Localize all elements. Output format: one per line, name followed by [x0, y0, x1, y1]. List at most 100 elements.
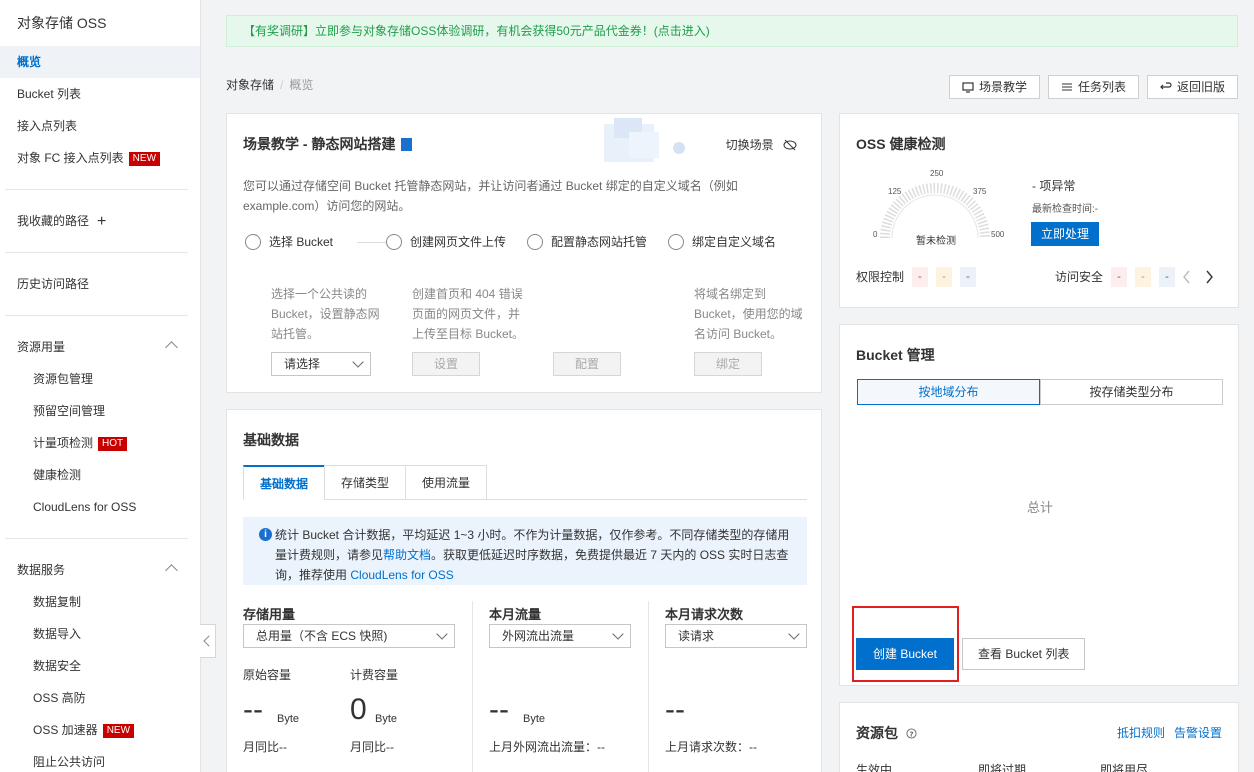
by-region-tab[interactable]: 按地域分布	[857, 379, 1040, 405]
plus-icon[interactable]: +	[97, 213, 106, 230]
raw-capacity-mom: 月同比--	[243, 740, 287, 754]
breadcrumb-separator: /	[280, 78, 284, 92]
tab-traffic[interactable]: 使用流量	[405, 465, 488, 500]
gauge-label: 375	[973, 187, 987, 196]
highlight-box	[852, 606, 959, 682]
depleting-label: 即将用尽	[1100, 763, 1149, 772]
chevron-up-icon	[165, 341, 178, 354]
tutorial-button[interactable]: 场景教学	[948, 75, 1040, 99]
sidebar-item-overview[interactable]: 概览	[0, 46, 200, 78]
sidebar-item-metering-check[interactable]: 计量项检测 HOT	[0, 427, 200, 459]
sidebar-item-anti-ddos[interactable]: OSS 高防	[0, 682, 200, 714]
scene-title-text: 场景教学 - 静态网站搭建	[243, 136, 396, 152]
bind-button[interactable]: 绑定	[694, 352, 762, 376]
view-bucket-list-button[interactable]: 查看 Bucket 列表	[962, 638, 1086, 670]
sidebar-item-cloudlens[interactable]: CloudLens for OSS	[0, 491, 200, 523]
step-label: 选择 Bucket	[269, 235, 334, 249]
cloudlens-link[interactable]: CloudLens for OSS	[350, 568, 453, 582]
breadcrumb-root[interactable]: 对象存储	[226, 78, 274, 92]
billing-capacity-value: 0	[350, 693, 367, 726]
sidebar-item-access-points[interactable]: 接入点列表	[0, 110, 200, 142]
access-security-label: 访问安全	[1055, 270, 1104, 284]
by-storage-type-tab[interactable]: 按存储类型分布	[1040, 379, 1223, 405]
help-icon[interactable]: ?	[906, 728, 917, 739]
chevron-up-icon	[165, 564, 178, 577]
traffic-type-select[interactable]: 外网流出流量	[489, 624, 631, 648]
sidebar-item-accelerator[interactable]: OSS 加速器 NEW	[0, 714, 200, 746]
basic-data-title: 基础数据	[243, 432, 299, 448]
switch-scene-button[interactable]: 切换场景	[726, 136, 797, 153]
divider	[5, 538, 188, 539]
sidebar-item-history[interactable]: 历史访问路径	[0, 268, 200, 300]
basic-data-card: 基础数据 基础数据 存储类型 使用流量 i 统计 Bucket 合计数据，平均延…	[226, 409, 822, 772]
chevron-left-icon[interactable]	[1182, 270, 1192, 284]
alert-settings-link[interactable]: 告警设置	[1174, 724, 1222, 741]
sidebar-item-favorites[interactable]: 我收藏的路径 +	[0, 205, 200, 237]
sidebar-item-reserved-space[interactable]: 预留空间管理	[0, 395, 200, 427]
health-check-card: OSS 健康检测 0 125 250 375 500 暂未检测 - 项异常 最新…	[839, 113, 1239, 308]
task-list-button-label: 任务列表	[1077, 80, 1126, 94]
divider	[5, 189, 188, 190]
request-type-select[interactable]: 读请求	[665, 624, 807, 648]
sidebar-item-label: 对象 FC 接入点列表	[17, 151, 124, 165]
tab-basic-data[interactable]: 基础数据	[243, 465, 326, 500]
monthly-traffic-label: 本月流量	[489, 607, 542, 622]
active-label: 生效中	[856, 763, 893, 772]
help-doc-link[interactable]: 帮助文档	[383, 548, 431, 562]
sidebar: 对象存储 OSS 概览 Bucket 列表 接入点列表 对象 FC 接入点列表 N…	[0, 0, 201, 772]
sidebar-item-block-public[interactable]: 阻止公共访问	[0, 746, 200, 772]
access-chip-low: -	[1159, 267, 1175, 287]
step-desc: 创建首页和 404 错误页面的网页文件，并上传至目标 Bucket。	[412, 287, 525, 341]
website-illustration	[604, 118, 685, 162]
old-version-button[interactable]: 返回旧版	[1146, 75, 1238, 99]
permission-control-label: 权限控制	[856, 270, 905, 284]
switch-icon	[783, 139, 797, 151]
new-badge: NEW	[128, 151, 161, 166]
sidebar-collapse-handle[interactable]	[200, 624, 216, 658]
info-notice: i 统计 Bucket 合计数据，平均延迟 1~3 小时。不作为计量数据，仅作参…	[243, 517, 807, 585]
permission-chip-low: -	[960, 267, 976, 287]
requests-value: --	[665, 693, 685, 726]
new-badge: NEW	[102, 723, 135, 738]
hot-badge: HOT	[98, 436, 128, 451]
gauge-center-text: 暂未检测	[916, 236, 956, 247]
sidebar-item-label: 我收藏的路径	[17, 214, 90, 228]
configure-button[interactable]: 配置	[553, 352, 621, 376]
abnormal-count: - 项异常	[1032, 179, 1076, 193]
sidebar-item-security[interactable]: 数据安全	[0, 650, 200, 682]
resource-pack-card: 资源包 ? 抵扣规则 告警设置 生效中 即将过期 即将用尽	[839, 702, 1239, 772]
sidebar-item-import[interactable]: 数据导入	[0, 618, 200, 650]
sidebar-group-data[interactable]: 数据服务	[0, 554, 200, 586]
sidebar-item-fc-access-points[interactable]: 对象 FC 接入点列表 NEW	[0, 142, 200, 174]
gauge-label: 500	[991, 230, 1005, 239]
sidebar-group-resource[interactable]: 资源用量	[0, 331, 200, 363]
storage-usage-label: 存储用量	[243, 607, 296, 622]
return-icon	[1160, 82, 1172, 90]
link-icon	[668, 234, 684, 250]
last-check-time: 最新检查时间:-	[1032, 204, 1099, 215]
sidebar-item-replication[interactable]: 数据复制	[0, 586, 200, 618]
document-icon[interactable]	[401, 138, 413, 151]
deduction-rules-link[interactable]: 抵扣规则	[1117, 724, 1165, 741]
health-check-title: OSS 健康检测	[856, 136, 946, 152]
storage-usage-select[interactable]: 总用量（不含 ECS 快照)	[243, 624, 455, 648]
handle-now-button[interactable]: 立即处理	[1031, 222, 1099, 246]
survey-banner[interactable]: 【有奖调研】立即参与对象存储OSS体验调研，有机会获得50元产品代金券！(点击进…	[226, 15, 1238, 47]
gauge-label: 125	[888, 187, 902, 196]
settings-button[interactable]: 设置	[412, 352, 480, 376]
sidebar-item-label: 计量项检测	[33, 436, 94, 450]
tutorial-button-label: 场景教学	[978, 80, 1027, 94]
sidebar-item-bucket-list[interactable]: Bucket 列表	[0, 78, 200, 110]
step-label: 创建网页文件上传	[410, 235, 507, 249]
task-list-button[interactable]: 任务列表	[1047, 75, 1139, 99]
sidebar-item-health-check[interactable]: 健康检测	[0, 459, 200, 491]
bucket-select[interactable]: 请选择	[271, 352, 371, 376]
sidebar-group-label: 资源用量	[17, 340, 66, 354]
sidebar-group-label: 数据服务	[17, 563, 66, 577]
sidebar-item-resource-pack[interactable]: 资源包管理	[0, 363, 200, 395]
column-divider	[472, 601, 473, 772]
list-icon	[1061, 83, 1072, 91]
scene-tutorial-card: 场景教学 - 静态网站搭建 切换场景 您可以通过存储空间 Bucket 托管静态…	[226, 113, 822, 393]
chevron-right-icon[interactable]	[1204, 270, 1214, 284]
tab-storage-type[interactable]: 存储类型	[324, 465, 407, 500]
